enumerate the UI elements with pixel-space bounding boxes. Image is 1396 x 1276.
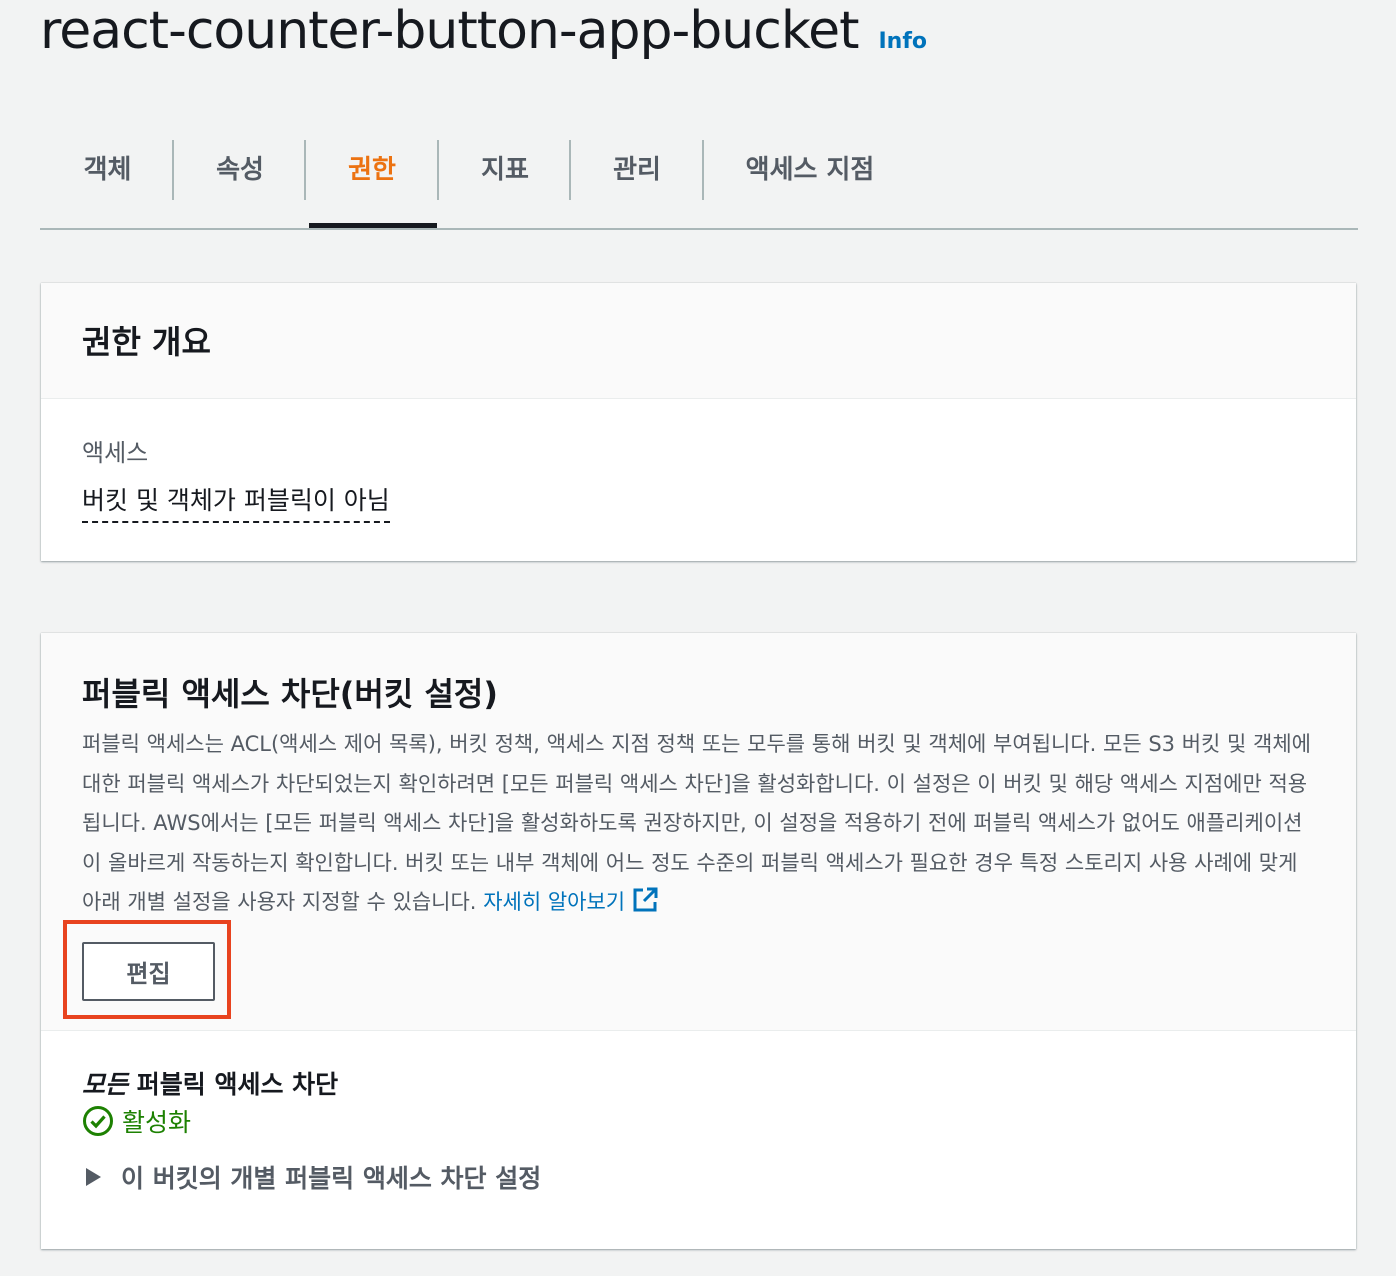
external-link-icon: [633, 887, 658, 912]
block-all-prefix: 모든: [82, 1070, 129, 1099]
expander-label: 이 버킷의 개별 퍼블릭 액세스 차단 설정: [121, 1164, 542, 1193]
card-header: [41, 283, 1356, 399]
status-label: 활성화: [122, 1108, 192, 1137]
tab-properties[interactable]: 속성: [174, 140, 306, 200]
page-title: react-counter-button-app-bucket: [40, 1, 859, 61]
permissions-overview-title: 권한 개요: [82, 323, 211, 361]
description-text: 퍼블릭 액세스는 ACL(액세스 제어 목록), 버킷 정책, 액세스 지점 정…: [82, 732, 1311, 914]
tab-management[interactable]: 관리: [571, 140, 703, 200]
access-value[interactable]: 버킷 및 객체가 퍼블릭이 아님: [82, 481, 390, 523]
status-indicator: 활성화: [82, 1103, 191, 1139]
block-all-public-access-label: 모든 퍼블릭 액세스 차단: [82, 1065, 338, 1101]
block-public-access-description: 퍼블릭 액세스는 ACL(액세스 제어 목록), 버킷 정책, 액세스 지점 정…: [82, 725, 1312, 923]
check-circle-icon: [83, 1106, 113, 1136]
block-public-access-title: 퍼블릭 액세스 차단(버킷 설정): [82, 675, 498, 713]
block-public-access-card: 퍼블릭 액세스 차단(버킷 설정) 퍼블릭 액세스는 ACL(액세스 제어 목록…: [41, 633, 1356, 1249]
tab-permissions[interactable]: 권한: [306, 140, 438, 200]
edit-button[interactable]: 편집: [82, 942, 215, 1001]
page-header: react-counter-button-app-bucket Info: [40, 0, 927, 70]
learn-more-label: 자세히 알아보기: [483, 890, 626, 914]
info-link[interactable]: Info: [878, 29, 927, 54]
block-all-suffix: 퍼블릭 액세스 차단: [136, 1070, 339, 1099]
permissions-overview-card: 권한 개요 액세스 버킷 및 객체가 퍼블릭이 아님: [41, 283, 1356, 561]
learn-more-link[interactable]: 자세히 알아보기: [483, 887, 659, 914]
tab-access-points[interactable]: 액세스 지점: [704, 140, 916, 200]
individual-settings-expander[interactable]: 이 버킷의 개별 퍼블릭 액세스 차단 설정: [82, 1159, 541, 1195]
active-tab-indicator: [309, 223, 437, 228]
tab-objects[interactable]: 객체: [40, 140, 175, 200]
tab-bar: 객체 속성 권한 지표 관리 액세스 지점: [40, 130, 1358, 230]
caret-right-icon: [86, 1168, 101, 1186]
access-label: 액세스: [82, 439, 149, 467]
tab-metrics[interactable]: 지표: [439, 140, 571, 200]
